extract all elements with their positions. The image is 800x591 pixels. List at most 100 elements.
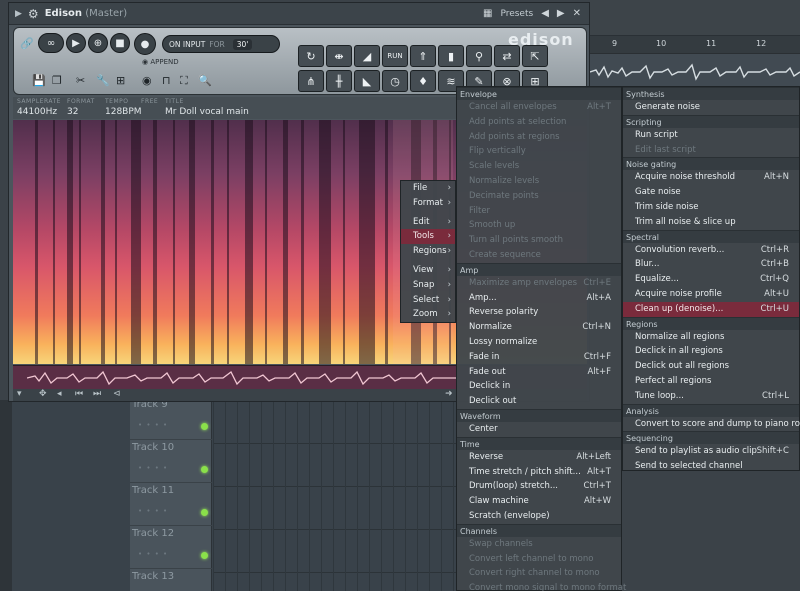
menu-item[interactable]: Equalize... Ctrl+Q [623,272,799,287]
track-mute-led[interactable] [201,423,208,430]
swap-button[interactable]: ⇄ [494,45,520,67]
copy-icon[interactable]: ❐ [52,74,62,87]
edison-titlebar[interactable]: ▶ ⚙ Edison (Master) ▦ Presets ◀ ▶ ✕ [9,3,589,25]
menu-item-select[interactable]: Select › [401,293,455,308]
scroll-icon[interactable]: ⊲ [113,389,121,399]
menu-item[interactable]: Convolution reverb... Ctrl+R [623,243,799,258]
move-icon[interactable]: ✥ [39,389,47,399]
track-header[interactable]: Track 11 • • • • [130,482,212,525]
menu-item[interactable]: Lossy normalize [457,335,621,350]
title-value[interactable]: Mr Doll vocal main [165,107,249,117]
menu-item[interactable]: Normalize all regions [623,330,799,345]
append-toggle[interactable]: ◉ APPEND [142,58,179,66]
rewind-icon[interactable]: ◂ [57,389,62,399]
menu-item[interactable]: Drum(loop) stretch... Ctrl+T [457,479,621,494]
record-mode-select[interactable]: ON INPUT FOR 30' [162,35,280,53]
menu-item-regions[interactable]: Regions › [401,244,455,259]
menu-item-tools[interactable]: Tools › [401,229,455,245]
track-mute-led[interactable] [201,509,208,516]
run-script-button[interactable]: RUN [382,45,408,67]
presets-label[interactable]: Presets [500,9,533,19]
transient-button[interactable]: ╫ [326,70,352,92]
reload-button[interactable]: ↻ [298,45,324,67]
menu-item[interactable]: Tune loop... Ctrl+L [623,389,799,404]
spectrum-button[interactable]: ▮ [438,45,464,67]
menu-item[interactable]: Acquire noise threshold Alt+N [623,170,799,185]
menu-item[interactable]: Clean up (denoise)... Ctrl+U [623,301,799,317]
track-mute-led[interactable] [201,466,208,473]
menu-item[interactable]: Generate noise [623,100,799,115]
menu-item[interactable]: Fade in Ctrl+F [457,350,621,365]
menu-item[interactable]: Gate noise [623,185,799,200]
marker-button[interactable]: ⚲ [466,45,492,67]
menu-item[interactable]: Perfect all regions [623,374,799,389]
forward-arrow-icon[interactable]: ➜ [445,389,453,399]
menu-item-zoom[interactable]: Zoom › [401,307,455,322]
fade-button[interactable]: ◣ [354,70,380,92]
menu-item[interactable]: Run script [623,128,799,143]
clock-button[interactable]: ◷ [382,70,408,92]
trim-icon[interactable]: ⊞ [116,74,125,87]
samplerate-value[interactable]: 44100Hz [17,107,57,117]
select-region-icon[interactable]: ⛶ [180,74,188,88]
menu-item[interactable]: Trim all noise & slice up [623,215,799,230]
wrench-icon[interactable]: 🔧 [96,74,110,87]
menu-item[interactable]: Send to selected channel [623,459,799,474]
menu-item-snap[interactable]: Snap › [401,278,455,293]
cut-icon[interactable]: ✂ [76,74,85,87]
menu-item[interactable]: Amp... Alt+A [457,291,621,306]
menu-item-edit[interactable]: Edit › [401,215,455,230]
menu-item[interactable]: Normalize Ctrl+N [457,320,621,335]
track-header[interactable]: Track 13 • • • • [130,568,212,591]
track-mute-led[interactable] [201,552,208,559]
close-icon[interactable]: ✕ [573,8,581,19]
link-icon[interactable]: 🔗 [20,34,34,52]
record-button[interactable]: ● [134,33,156,55]
menu-item[interactable]: Blur... Ctrl+B [623,257,799,272]
stop-button[interactable]: ■ [110,33,130,53]
format-value[interactable]: 32 [67,107,78,117]
align-button[interactable]: ⇼ [326,45,352,67]
menu-item[interactable]: Declick out all regions [623,359,799,374]
menu-item[interactable]: Declick out [457,394,621,409]
menu-item[interactable]: Declick in all regions [623,344,799,359]
menu-item-view[interactable]: View › [401,263,455,278]
zoom-icon[interactable]: 🔍 [198,74,212,87]
record-duration[interactable]: 30' [232,38,253,50]
menu-item-format[interactable]: Format › [401,196,455,211]
menu-item[interactable]: Reverse Alt+Left [457,450,621,465]
envelope-button[interactable]: ◢ [354,45,380,67]
menu-item[interactable]: Convert to score and dump to piano roll [623,417,800,432]
next-icon[interactable]: ⏭ [93,389,101,399]
loop-region-icon[interactable]: ⊓ [162,74,171,87]
menu-item[interactable]: Acquire noise profile Alt+U [623,287,799,302]
menu-item[interactable]: Trim side noise [623,200,799,215]
next-preset-icon[interactable]: ▶ [557,8,565,19]
eye-icon[interactable]: ◉ [142,74,152,87]
menu-item[interactable]: Declick in [457,379,621,394]
prev-preset-icon[interactable]: ◀ [541,8,549,19]
track-header[interactable]: Track 9 • • • • [130,396,212,439]
menu-item[interactable]: Send to playlist as audio clip Shift+C [623,444,799,459]
paste-button[interactable]: ⇱ [522,45,548,67]
menu-item[interactable]: Fade out Alt+F [457,365,621,380]
track-header[interactable]: Track 10 • • • • [130,439,212,482]
keyboard-icon[interactable]: ▦ [483,8,492,19]
target-button[interactable]: ⊕ [88,33,108,53]
playlist-audio-clip[interactable] [590,54,800,90]
dropdown-icon[interactable]: ▾ [17,389,22,399]
menu-item-file[interactable]: File › [401,181,455,196]
prev-icon[interactable]: ⏮ [75,389,83,399]
menu-item[interactable]: Scratch (envelope) [457,509,621,524]
split-button[interactable]: ⋔ [298,70,324,92]
rocket-button[interactable]: ⇑ [410,45,436,67]
menu-item[interactable]: Time stretch / pitch shift... Alt+T [457,465,621,480]
track-header[interactable]: Track 12 • • • • [130,525,212,568]
drop-button[interactable]: ♦ [410,70,436,92]
menu-item[interactable]: Claw machine Alt+W [457,494,621,509]
collapse-arrow-icon[interactable]: ▶ [15,9,22,19]
playlist-timeline[interactable]: 9 10 11 12 [590,36,800,54]
menu-item[interactable]: Center [457,422,621,437]
menu-item[interactable]: Reverse polarity [457,305,621,320]
loop-button[interactable]: ∞ [38,33,64,53]
